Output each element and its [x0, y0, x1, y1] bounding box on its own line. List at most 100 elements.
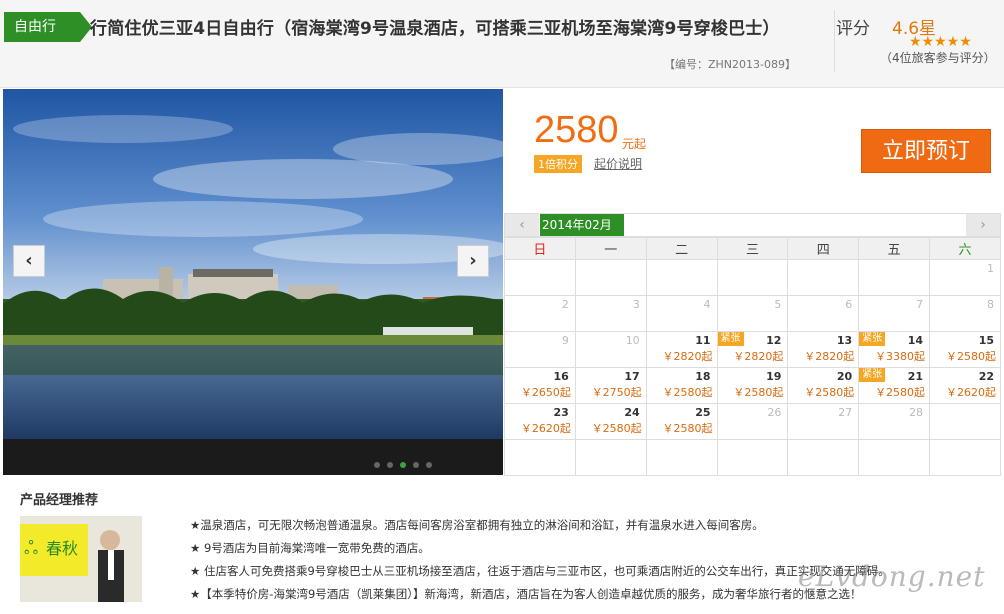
calendar-day-cell: [929, 439, 1001, 476]
gallery-next-button[interactable]: ›: [457, 245, 489, 277]
calendar-day-cell[interactable]: 紧张 21 ￥2580起: [858, 367, 931, 404]
manager-section-title: 产品经理推荐: [20, 493, 99, 508]
calendar-day-price: ￥2620起: [520, 422, 571, 435]
resort-photo: [3, 89, 503, 439]
pager-dot[interactable]: [413, 462, 419, 468]
photo-sign-text: 春秋: [46, 539, 78, 558]
product-header: 自由行 行简住优三亚4日自由行（宿海棠湾9号温泉酒店，可搭乘三亚机场至海棠湾9号…: [0, 0, 1004, 88]
calendar-day-cell: 28: [858, 403, 931, 440]
calendar-day-cell: [645, 259, 718, 296]
calendar-day-number: 8: [987, 298, 994, 311]
calendar-day-price: ￥2580起: [662, 422, 713, 435]
pager-dot[interactable]: [426, 462, 432, 468]
calendar-day-number: 3: [632, 298, 640, 311]
calendar-day-cell[interactable]: 11 ￥2820起: [645, 331, 718, 368]
calendar-day-cell: [716, 439, 789, 476]
svg-text:ஃ: ஃ: [24, 538, 38, 559]
calendar-day-number: 28: [909, 406, 924, 419]
calendar-day-price: ￥2580起: [875, 386, 926, 399]
calendar-body: 1 2 3 4 5 6 7 8 9 10 11 ￥2820起 紧张 12 ￥2820起 13 ￥2820起 紧张 1…: [504, 259, 1001, 476]
calendar-day-cell: 4: [645, 295, 718, 332]
calendar-day-cell: [716, 259, 789, 296]
availability-tag: 紧张: [717, 332, 744, 346]
calendar-day-cell: 10: [574, 331, 647, 368]
pager-dot-active[interactable]: [400, 462, 406, 468]
calendar-day-price: ￥2820起: [733, 350, 784, 363]
product-title: 行简住优三亚4日自由行（宿海棠湾9号温泉酒店，可搭乘三亚机场至海棠湾9号穿梭巴士…: [90, 19, 780, 39]
calendar-day-cell: [787, 259, 860, 296]
pager-dot[interactable]: [374, 462, 380, 468]
calendar-day-cell: 2: [504, 295, 576, 332]
calendar-next-icon[interactable]: ›: [966, 214, 1000, 236]
book-now-button[interactable]: 立即预订: [861, 129, 991, 173]
calendar-day-cell[interactable]: 20 ￥2580起: [787, 367, 860, 404]
calendar-day-price: ￥2820起: [804, 350, 855, 363]
calendar-day-cell: 7: [858, 295, 931, 332]
calendar-day-number: 19: [766, 370, 782, 383]
calendar-prev-icon[interactable]: ‹: [505, 214, 539, 236]
calendar-day-number: 10: [625, 334, 640, 347]
calendar-day-cell[interactable]: 19 ￥2580起: [716, 367, 789, 404]
pager-dot[interactable]: [387, 462, 393, 468]
highlight-item: ★温泉酒店，可无限次畅泡普通温泉。酒店每间客房浴室都拥有独立的淋浴间和浴缸，并有…: [190, 518, 764, 532]
calendar-day-number: 21: [907, 370, 924, 383]
calendar-day-number: 14: [907, 334, 924, 347]
calendar-week-row: 16 ￥2650起 17 ￥2750起 18 ￥2580起 19 ￥2580起 20 ￥2580起…: [504, 367, 1001, 404]
photo-gallery: ‹ ›: [3, 89, 503, 475]
calendar-day-price: ￥2580起: [662, 386, 713, 399]
calendar-day-price: ￥2580起: [804, 386, 855, 399]
points-badge: 1倍积分: [534, 155, 582, 173]
calendar-day-cell: 1: [929, 259, 1001, 296]
calendar-week-row: 9 10 11 ￥2820起 紧张 12 ￥2820起 13 ￥2820起 紧张 14 ￥3380起 1…: [504, 331, 1001, 368]
calendar-day-cell: [574, 439, 647, 476]
category-badge: 自由行: [4, 12, 92, 42]
calendar-day-cell: 9: [504, 331, 576, 368]
calendar-day-cell: [929, 403, 1001, 440]
calendar-day-cell: [504, 259, 576, 296]
calendar-day-number: 6: [845, 298, 853, 311]
weekday-label: 六: [929, 237, 1001, 260]
gallery-prev-button[interactable]: ‹: [13, 245, 45, 277]
calendar-day-price: ￥2820起: [662, 350, 713, 363]
calendar-day-cell[interactable]: 紧张 14 ￥3380起: [858, 331, 931, 368]
calendar-day-price: ￥3380起: [875, 350, 926, 363]
calendar-day-cell[interactable]: 16 ￥2650起: [504, 367, 576, 404]
price-unit: 元起: [622, 137, 647, 151]
calendar-day-cell: 5: [716, 295, 789, 332]
calendar-day-number: 12: [766, 334, 782, 347]
product-code: 【编号：ZHN2013-089】: [664, 58, 796, 71]
calendar-day-cell[interactable]: 13 ￥2820起: [787, 331, 860, 368]
calendar-day-cell: 8: [929, 295, 1001, 332]
calendar-day-cell[interactable]: 18 ￥2580起: [645, 367, 718, 404]
weekday-label: 二: [645, 237, 718, 260]
price-note-link[interactable]: 起价说明: [594, 155, 642, 172]
header-divider: [834, 10, 835, 72]
calendar-day-cell[interactable]: 22 ￥2620起: [929, 367, 1001, 404]
calendar-week-row: 23 ￥2620起 24 ￥2580起 25 ￥2580起 26 27 28: [504, 403, 1001, 440]
calendar-grid: 日 一 二 三 四 五 六 1 2 3 4 5 6 7 8 9 10 11 ￥2820起 紧张 12 ￥28…: [504, 237, 1001, 476]
rating-stars-icon: ★★★★★: [909, 34, 972, 50]
calendar-day-number: 20: [836, 370, 853, 383]
calendar-day-cell[interactable]: 25 ￥2580起: [645, 403, 718, 440]
calendar-day-number: 4: [703, 298, 711, 311]
calendar-day-cell[interactable]: 紧张 12 ￥2820起: [716, 331, 789, 368]
availability-tag: 紧张: [859, 368, 886, 382]
calendar-day-cell: [858, 259, 931, 296]
calendar-day-number: 22: [978, 370, 994, 383]
calendar-week-row: 2 3 4 5 6 7 8: [504, 295, 1001, 332]
availability-tag: 紧张: [859, 332, 886, 346]
product-page: 自由行 行简住优三亚4日自由行（宿海棠湾9号温泉酒店，可搭乘三亚机场至海棠湾9号…: [0, 0, 1004, 614]
calendar-day-cell: [787, 439, 860, 476]
calendar-day-price: ￥2620起: [946, 386, 996, 399]
weekday-label: 四: [787, 237, 860, 260]
calendar-month-tab[interactable]: 2014年02月: [540, 214, 624, 236]
calendar-day-cell: [574, 259, 647, 296]
calendar-day-cell[interactable]: 23 ￥2620起: [504, 403, 576, 440]
calendar-week-row: [504, 439, 1001, 476]
highlight-item: ★ 9号酒店为目前海棠湾唯一宽带免费的酒店。: [190, 541, 430, 555]
calendar-day-cell[interactable]: 15 ￥2580起: [929, 331, 1001, 368]
calendar-day-cell: [504, 439, 576, 476]
rating-count: （4位旅客参与评分）: [880, 51, 996, 65]
calendar-day-cell[interactable]: 24 ￥2580起: [574, 403, 647, 440]
calendar-day-cell[interactable]: 17 ￥2750起: [574, 367, 647, 404]
